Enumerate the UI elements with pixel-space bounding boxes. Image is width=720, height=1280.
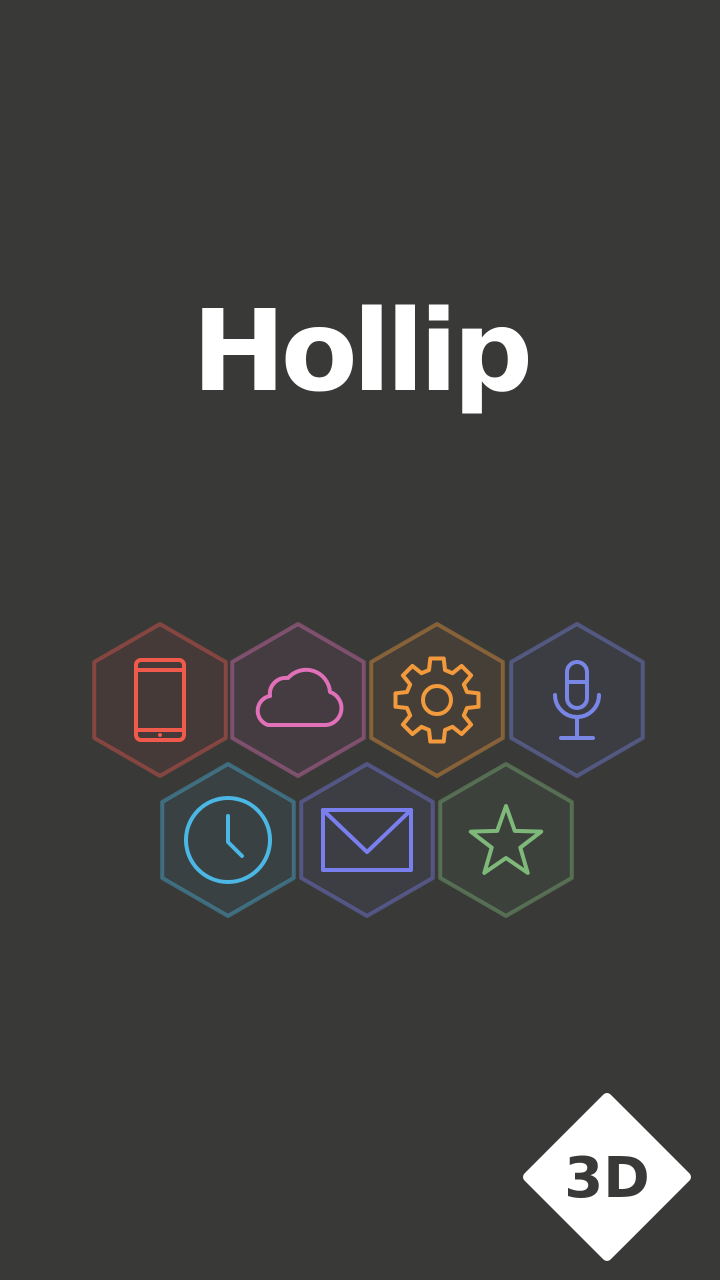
hex-outline <box>438 762 574 918</box>
mail-tile[interactable] <box>299 762 435 918</box>
clock-tile[interactable] <box>160 762 296 918</box>
cloud-tile[interactable] <box>230 622 366 778</box>
tablet-tile[interactable] <box>92 622 228 778</box>
microphone-tile[interactable] <box>509 622 645 778</box>
star-tile[interactable] <box>438 762 574 918</box>
hex-outline <box>299 762 435 918</box>
hex-outline <box>369 622 505 778</box>
hex-outline <box>92 622 228 778</box>
badge-label: 3D <box>564 1146 649 1211</box>
settings-tile[interactable] <box>369 622 505 778</box>
icon-grid <box>92 622 645 918</box>
hex-outline <box>230 622 366 778</box>
3d-mode-badge[interactable]: 3D <box>522 1092 692 1262</box>
hex-outline <box>509 622 645 778</box>
